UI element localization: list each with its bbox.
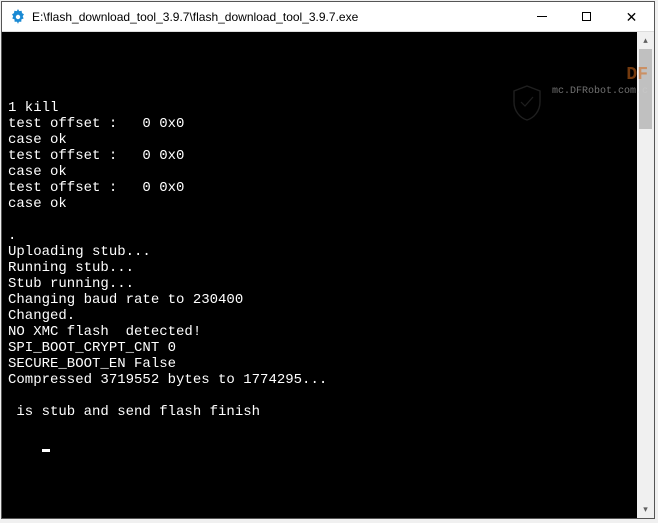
- scroll-up-button[interactable]: ▴: [637, 32, 654, 49]
- minimize-icon: [537, 16, 547, 17]
- cursor: [42, 449, 50, 452]
- scroll-thumb[interactable]: [639, 49, 652, 129]
- scroll-down-button[interactable]: ▾: [637, 501, 654, 518]
- watermark-url: mc.DFRobot.com.c: [552, 84, 648, 100]
- titlebar[interactable]: E:\flash_download_tool_3.9.7\flash_downl…: [2, 2, 654, 32]
- maximize-button[interactable]: [564, 2, 609, 31]
- console-lines: 1 kill test offset : 0 0x0 case ok test …: [8, 100, 648, 420]
- chevron-down-icon: ▾: [643, 502, 648, 518]
- close-icon: ✕: [626, 10, 638, 24]
- maximize-icon: [582, 12, 591, 21]
- window-controls: ✕: [519, 2, 654, 31]
- app-window: E:\flash_download_tool_3.9.7\flash_downl…: [1, 1, 655, 519]
- close-button[interactable]: ✕: [609, 2, 654, 31]
- console-output: DF mc.DFRobot.com.c 1 kill test offset :…: [2, 32, 654, 518]
- chevron-up-icon: ▴: [643, 33, 648, 49]
- scroll-track[interactable]: [637, 49, 654, 501]
- minimize-button[interactable]: [519, 2, 564, 31]
- watermark: DF mc.DFRobot.com.c: [552, 66, 648, 100]
- scrollbar[interactable]: ▴ ▾: [637, 32, 654, 518]
- window-title: E:\flash_download_tool_3.9.7\flash_downl…: [32, 10, 519, 24]
- gear-icon: [10, 9, 26, 25]
